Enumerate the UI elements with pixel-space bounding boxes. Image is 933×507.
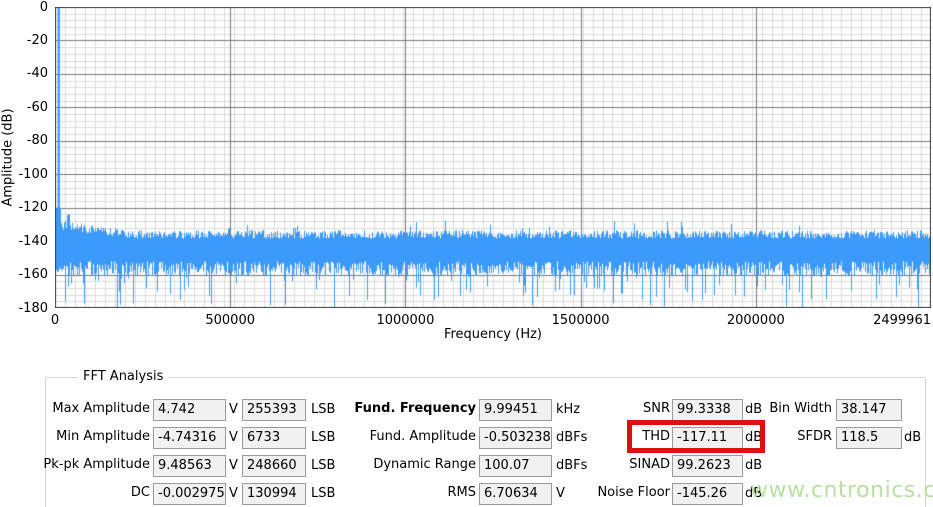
sfdr-label: SFDR <box>797 429 832 444</box>
max-amplitude-v-field[interactable]: 4.742 <box>153 399 226 421</box>
rms-unit: V <box>556 486 565 501</box>
x-tick-label: 0 <box>50 313 60 328</box>
watermark-text: www.cntronics.com <box>750 478 933 503</box>
sinad-field[interactable]: 99.2623 <box>672 455 743 477</box>
fft-analyzer-window: Amplitude (dB) Frequency (Hz) 0 -20 -40 -60… <box>0 0 933 507</box>
min-amplitude-lsb-field[interactable]: 6733 <box>242 427 306 449</box>
fund-frequency-field[interactable]: 9.99451 <box>479 399 552 421</box>
y-tick-label: -180 <box>18 300 48 316</box>
dc-v-field[interactable]: -0.002975 <box>153 483 226 505</box>
y-tick-label: 0 <box>39 0 48 15</box>
snr-label: SNR <box>642 401 670 416</box>
dc-lsb-field[interactable]: 130994 <box>242 483 306 505</box>
pkpk-amplitude-v-unit: V <box>229 458 238 473</box>
x-tick-label: 500000 <box>205 313 256 328</box>
x-axis-title: Frequency (Hz) <box>443 327 543 342</box>
x-tick-label: 2499961 <box>873 313 931 328</box>
y-tick-label: -100 <box>18 166 48 182</box>
y-tick-label: -40 <box>26 66 48 82</box>
max-amplitude-lsb-field[interactable]: 255393 <box>242 399 306 421</box>
y-tick-label: -60 <box>26 99 48 115</box>
sinad-label: SINAD <box>629 457 670 472</box>
bin-width-field[interactable]: 38.147 <box>836 399 902 421</box>
max-amplitude-lsb-unit: LSB <box>311 402 336 417</box>
fft-analysis-title: FFT Analysis <box>78 369 169 384</box>
min-amplitude-lsb-unit: LSB <box>311 430 336 445</box>
fft-spectrum-plot <box>55 7 931 308</box>
y-tick-label: -80 <box>26 133 48 149</box>
y-tick-label: -20 <box>26 32 48 48</box>
dc-v-unit: V <box>229 486 238 501</box>
min-amplitude-v-field[interactable]: -4.74316 <box>153 427 226 449</box>
pkpk-amplitude-label: Pk-pk Amplitude <box>43 457 150 472</box>
x-tick-label: 2000000 <box>726 313 785 328</box>
dc-lsb-unit: LSB <box>311 486 336 501</box>
dynamic-range-field[interactable]: 100.07 <box>479 455 552 477</box>
y-tick-label: -120 <box>18 200 48 216</box>
sfdr-field[interactable]: 118.5 <box>836 427 902 449</box>
noise-floor-label: Noise Floor <box>597 485 670 500</box>
fund-amplitude-label: Fund. Amplitude <box>369 429 476 444</box>
thd-label: THD <box>642 429 670 444</box>
rms-field[interactable]: 6.70634 <box>479 483 552 505</box>
min-amplitude-label: Min Amplitude <box>56 429 150 444</box>
x-tick-label: 1000000 <box>376 313 435 328</box>
sinad-unit: dB <box>745 458 763 473</box>
max-amplitude-label: Max Amplitude <box>52 401 150 416</box>
y-tick-label: -160 <box>18 267 48 283</box>
dc-label: DC <box>130 485 150 500</box>
y-tick-label: -140 <box>18 233 48 249</box>
bin-width-label: Bin Width <box>769 401 832 416</box>
sfdr-unit: dB <box>904 430 922 445</box>
pkpk-amplitude-lsb-unit: LSB <box>311 458 336 473</box>
max-amplitude-v-unit: V <box>229 402 238 417</box>
pkpk-amplitude-v-field[interactable]: 9.48563 <box>153 455 226 477</box>
min-amplitude-v-unit: V <box>229 430 238 445</box>
dynamic-range-label: Dynamic Range <box>373 457 476 472</box>
fund-frequency-label: Fund. Frequency <box>354 401 476 416</box>
pkpk-amplitude-lsb-field[interactable]: 248660 <box>242 455 306 477</box>
x-tick-label: 1500000 <box>551 313 610 328</box>
rms-label: RMS <box>447 485 476 500</box>
fund-amplitude-field[interactable]: -0.503238 <box>479 427 552 449</box>
noise-floor-field[interactable]: -145.26 <box>672 483 743 505</box>
